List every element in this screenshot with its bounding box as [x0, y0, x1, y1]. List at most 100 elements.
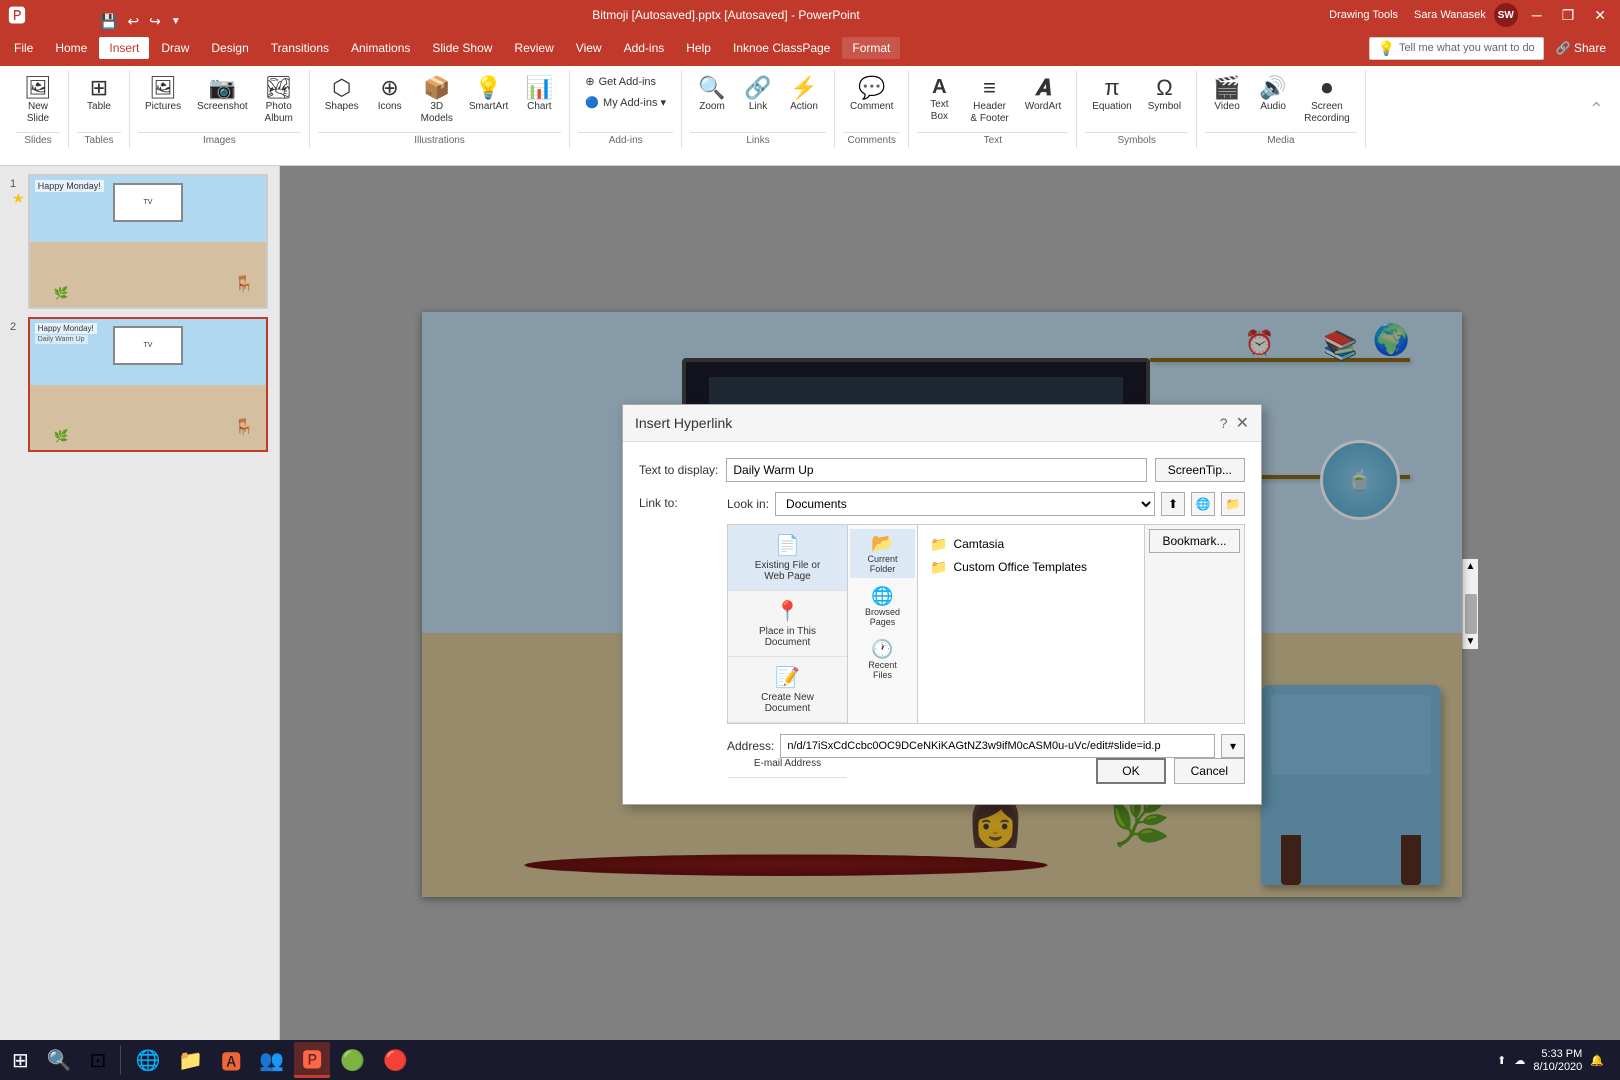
- task-view-btn[interactable]: ⊡: [82, 1042, 115, 1078]
- scroll-down-btn[interactable]: ▼: [1464, 634, 1478, 649]
- ribbon-pictures[interactable]: 🖼 Pictures: [138, 72, 188, 118]
- share-btn[interactable]: 🔗 Share: [1546, 37, 1616, 59]
- ribbon-3d-models[interactable]: 📦 3DModels: [414, 72, 460, 130]
- title-right: Drawing Tools Sara Wanasek SW ─ ❐ ✕: [1329, 3, 1612, 27]
- ribbon-screen-recording[interactable]: ⏺ ScreenRecording: [1297, 72, 1357, 130]
- more-quick-btn[interactable]: ▼: [169, 14, 183, 29]
- explorer-taskbar[interactable]: 📁: [170, 1042, 211, 1078]
- scroll-up-btn[interactable]: ▲: [1464, 559, 1478, 574]
- teams-icon: 👥: [259, 1048, 284, 1073]
- clock[interactable]: 5:33 PM 8/10/2020: [1533, 1048, 1582, 1073]
- ribbon-shapes[interactable]: ⬡ Shapes: [318, 72, 366, 118]
- look-in-select[interactable]: Documents: [775, 492, 1155, 516]
- menu-design[interactable]: Design: [201, 37, 258, 59]
- powerpoint-taskbar[interactable]: 🅿: [294, 1042, 330, 1078]
- drawing-tools-label: Drawing Tools: [1329, 9, 1398, 21]
- wordart-icon: 𝐀: [1035, 77, 1050, 99]
- text-display-input[interactable]: [726, 458, 1146, 482]
- app1-taskbar[interactable]: 🟢: [332, 1042, 373, 1078]
- search-taskbar[interactable]: 🔍: [39, 1042, 80, 1078]
- look-in-folder-btn[interactable]: 📁: [1221, 492, 1245, 516]
- browsed-pages-icon: 🌐: [871, 586, 893, 607]
- right-scrollbar[interactable]: ▲ ▼: [1462, 559, 1478, 649]
- slide-panel: 1 ★ TV Happy Monday! 🪑 🌿 2 TV Happy Mond…: [0, 166, 280, 1042]
- ribbon-photo-album[interactable]: 🏞 PhotoAlbum: [257, 72, 301, 130]
- textbox-icon: A: [932, 77, 946, 97]
- scroll-thumb[interactable]: [1465, 594, 1477, 634]
- ribbon-new-slide[interactable]: 🖼 NewSlide: [16, 72, 60, 130]
- teams-taskbar[interactable]: 👥: [251, 1042, 292, 1078]
- ribbon-chart[interactable]: 📊 Chart: [517, 72, 561, 118]
- minimize-btn[interactable]: ─: [1526, 7, 1548, 23]
- close-btn[interactable]: ✕: [1588, 7, 1612, 24]
- ribbon-zoom[interactable]: 🔍 Zoom: [690, 72, 734, 118]
- acrobat-taskbar[interactable]: 🅰: [213, 1042, 249, 1078]
- menu-help[interactable]: Help: [676, 37, 721, 59]
- menu-inknoe[interactable]: Inknoe ClassPage: [723, 37, 840, 59]
- nav-existing-file[interactable]: 📄 Existing File orWeb Page: [728, 525, 847, 591]
- recent-files-icon: 🕐: [871, 639, 893, 660]
- menu-insert[interactable]: Insert: [99, 37, 149, 59]
- search-taskbar-icon: 🔍: [47, 1048, 72, 1073]
- menu-view[interactable]: View: [566, 37, 612, 59]
- tell-me-input[interactable]: 💡 Tell me what you want to do: [1369, 37, 1544, 60]
- menu-addins[interactable]: Add-ins: [614, 37, 675, 59]
- screentip-btn[interactable]: ScreenTip...: [1155, 458, 1245, 482]
- ribbon-smartart[interactable]: 💡 SmartArt: [462, 72, 515, 118]
- redo-quick-btn[interactable]: ↪: [147, 11, 163, 32]
- cancel-btn[interactable]: Cancel: [1174, 758, 1245, 784]
- nav-browsed-pages[interactable]: 🌐 BrowsedPages: [850, 582, 915, 631]
- menu-draw[interactable]: Draw: [151, 37, 199, 59]
- app2-taskbar[interactable]: 🔴: [375, 1042, 416, 1078]
- notification-btn[interactable]: 🔔: [1590, 1054, 1604, 1067]
- restore-btn[interactable]: ❐: [1556, 7, 1581, 24]
- ribbon-link[interactable]: 🔗 Link: [736, 72, 780, 118]
- ribbon-textbox[interactable]: A TextBox: [917, 72, 961, 128]
- file-camtasia[interactable]: 📁 Camtasia: [926, 533, 1136, 556]
- slide-thumb-1[interactable]: 1 ★ TV Happy Monday! 🪑 🌿: [28, 174, 271, 309]
- menu-review[interactable]: Review: [504, 37, 563, 59]
- address-input[interactable]: [780, 734, 1215, 758]
- ribbon-action[interactable]: ⚡ Action: [782, 72, 826, 118]
- ribbon-comment[interactable]: 💬 Comment: [843, 72, 900, 118]
- ribbon-get-addins[interactable]: ⊕ Get Add-ins: [578, 72, 673, 91]
- menu-home[interactable]: Home: [45, 37, 97, 59]
- dialog-help-btn[interactable]: ?: [1220, 415, 1228, 431]
- ribbon-symbol[interactable]: Ω Symbol: [1141, 72, 1188, 118]
- ribbon-my-addins[interactable]: 🔵 My Add-ins ▾: [578, 93, 673, 112]
- look-in-web-btn[interactable]: 🌐: [1191, 492, 1215, 516]
- user-badge[interactable]: SW: [1494, 3, 1518, 27]
- ribbon-video[interactable]: 🎬 Video: [1205, 72, 1249, 118]
- start-button[interactable]: ⊞: [4, 1042, 37, 1078]
- ribbon-collapse-btn[interactable]: ⌃: [1581, 70, 1612, 148]
- menu-file[interactable]: File: [4, 37, 43, 59]
- ribbon-equation[interactable]: π Equation: [1085, 72, 1138, 118]
- ribbon-icons[interactable]: ⊕ Icons: [368, 72, 412, 118]
- new-slide-icon: 🖼: [24, 77, 52, 99]
- nav-create-new[interactable]: 📝 Create NewDocument: [728, 657, 847, 723]
- nav-place-document[interactable]: 📍 Place in ThisDocument: [728, 591, 847, 657]
- edge-taskbar[interactable]: 🌐: [127, 1042, 168, 1078]
- dialog-close-btn[interactable]: ✕: [1236, 413, 1249, 433]
- menu-animations[interactable]: Animations: [341, 37, 420, 59]
- undo-quick-btn[interactable]: ↩: [125, 11, 141, 32]
- nav-current-folder[interactable]: 📂 CurrentFolder: [850, 529, 915, 578]
- ribbon-screenshot[interactable]: 📷 Screenshot: [190, 72, 255, 118]
- bookmark-btn[interactable]: Bookmark...: [1149, 529, 1240, 553]
- nav-recent-files[interactable]: 🕐 RecentFiles: [850, 635, 915, 684]
- menu-transitions[interactable]: Transitions: [261, 37, 339, 59]
- dialog-file-browser: 📄 Existing File orWeb Page 📍 Place in Th…: [727, 524, 1245, 724]
- ok-btn[interactable]: OK: [1096, 758, 1165, 784]
- ribbon-audio[interactable]: 🔊 Audio: [1251, 72, 1295, 118]
- file-custom-templates[interactable]: 📁 Custom Office Templates: [926, 556, 1136, 579]
- ribbon-table[interactable]: ⊞ Table: [77, 72, 121, 118]
- menu-slideshow[interactable]: Slide Show: [422, 37, 502, 59]
- ribbon-wordart[interactable]: 𝐀 WordArt: [1018, 72, 1069, 118]
- slide-thumb-2[interactable]: 2 TV Happy Monday! Daily Warm Up 🪑 🌿: [28, 317, 271, 452]
- save-quick-btn[interactable]: 💾: [98, 11, 119, 32]
- look-in-up-btn[interactable]: ⬆: [1161, 492, 1185, 516]
- action-icon: ⚡: [790, 77, 817, 99]
- address-dropdown-btn[interactable]: ▾: [1221, 734, 1245, 758]
- menu-format[interactable]: Format: [842, 37, 900, 59]
- ribbon-header-footer[interactable]: ≡ Header& Footer: [963, 72, 1015, 130]
